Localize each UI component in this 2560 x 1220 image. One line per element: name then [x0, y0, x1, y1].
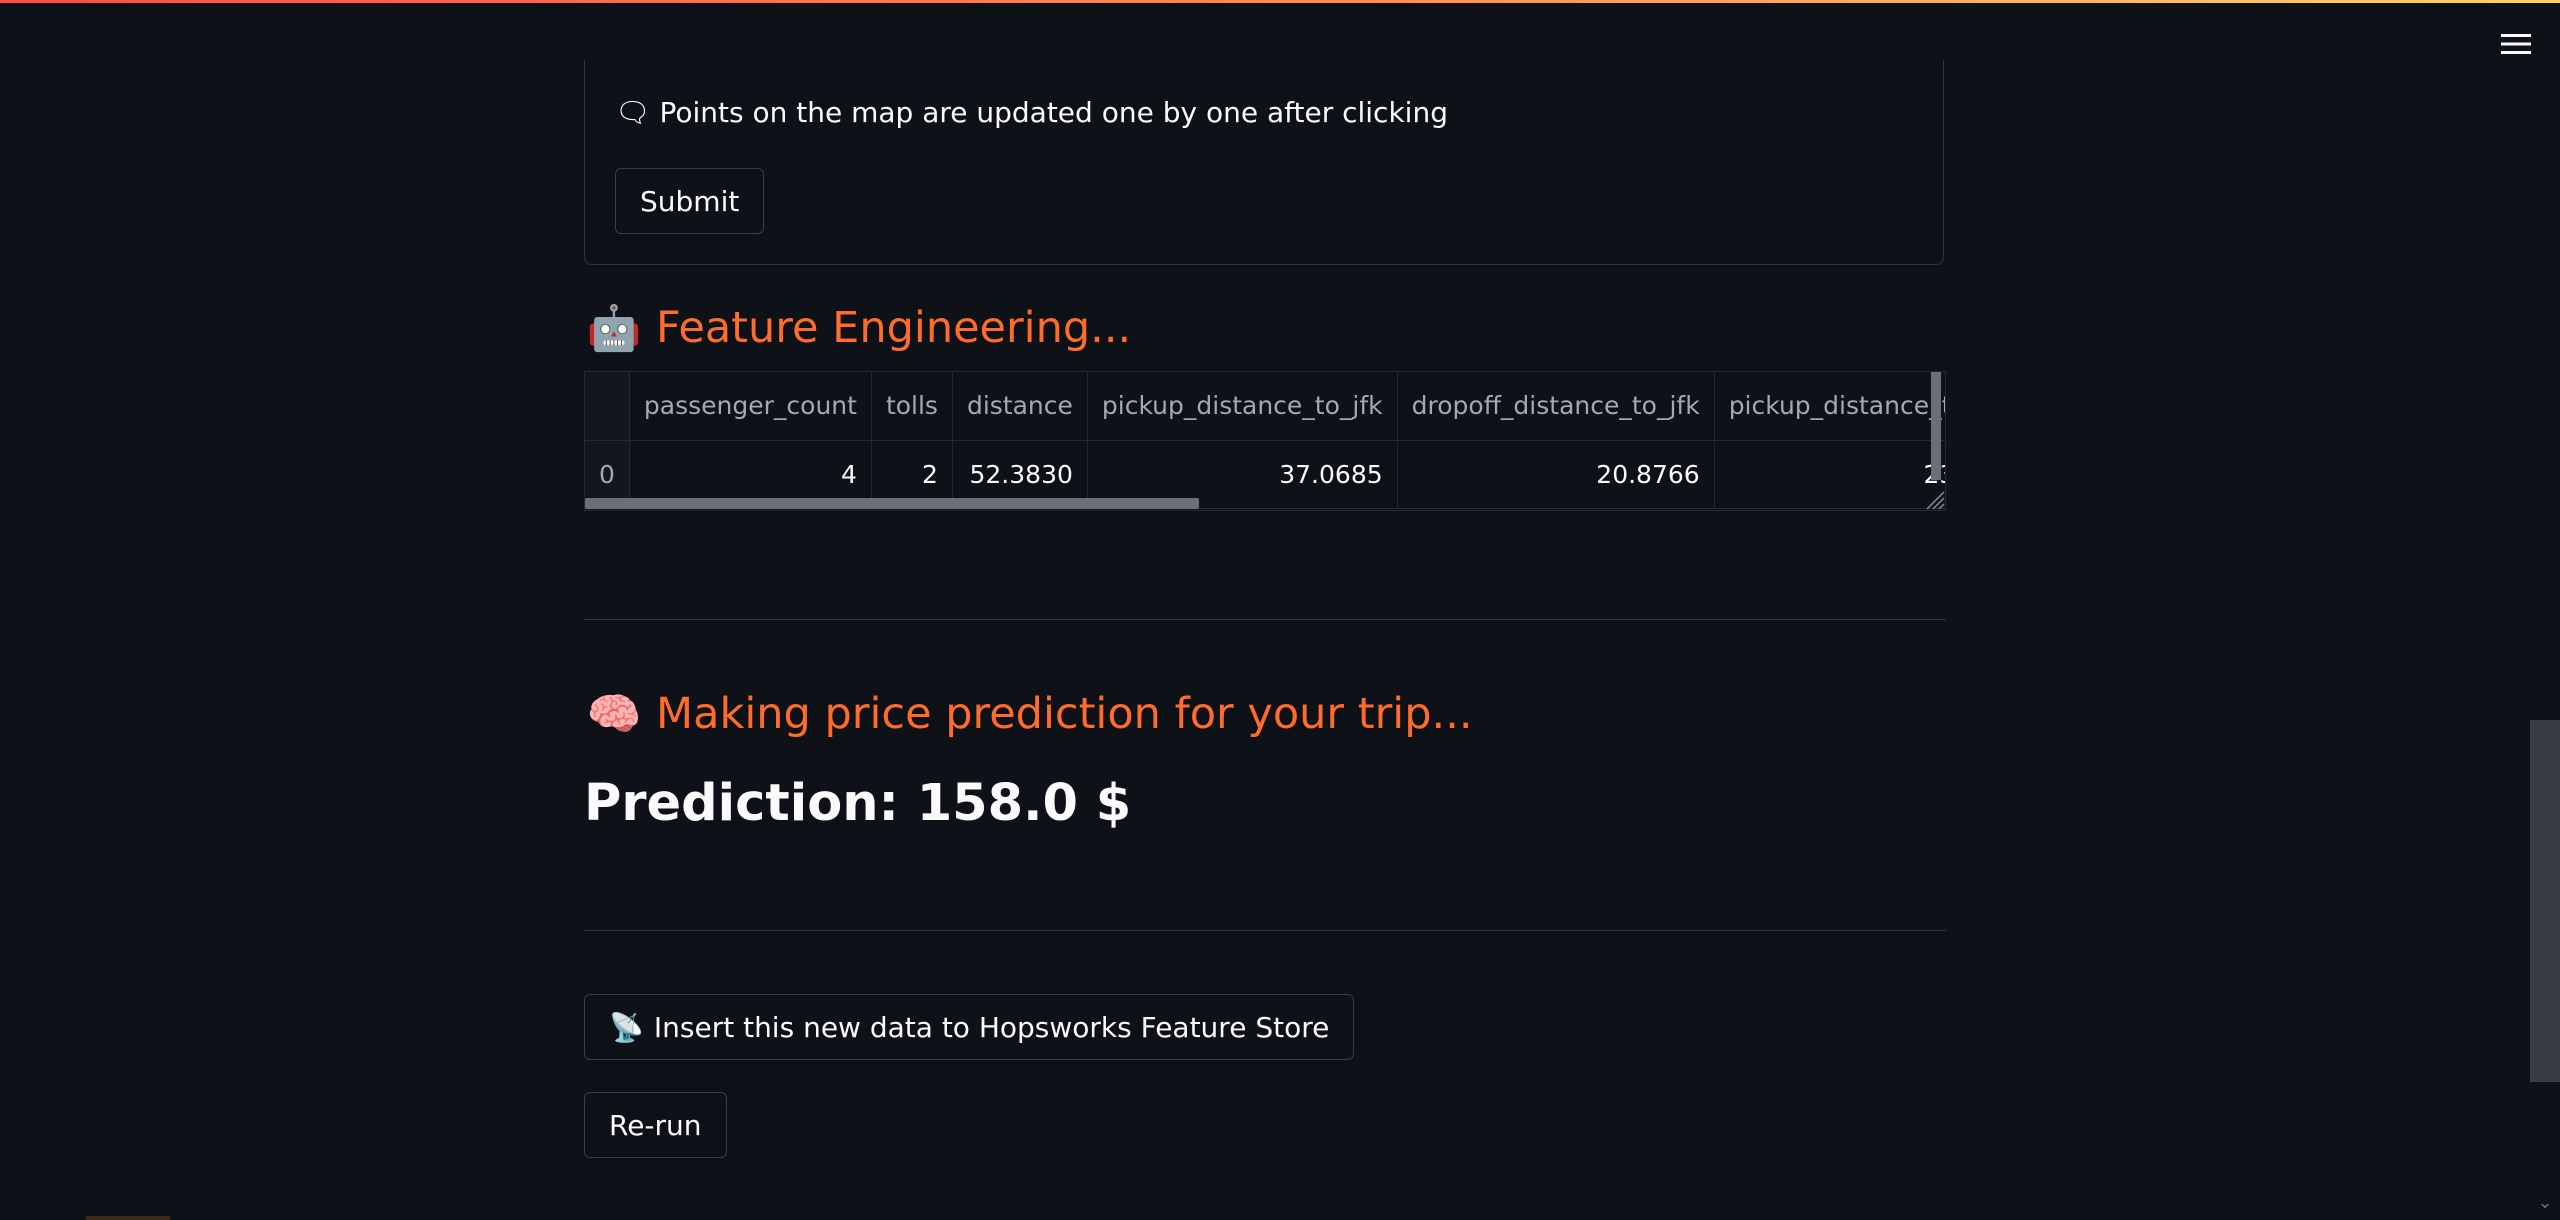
table-cell[interactable]: 20.8766 [1397, 440, 1715, 509]
page-vertical-scrollbar[interactable] [2530, 720, 2560, 1082]
main-menu-button[interactable] [2500, 28, 2532, 60]
chevron-down-icon[interactable]: ⌄ [2534, 1192, 2556, 1214]
speech-bubble-icon: 🗨 [615, 96, 651, 129]
resize-handle-icon[interactable] [1923, 488, 1945, 510]
section-divider [584, 930, 1946, 931]
map-hint-text: Points on the map are updated one by one… [659, 96, 1448, 129]
column-header-pickup-distance-to-truncated[interactable]: pickup_distance_to_ [1714, 372, 1945, 441]
table-cell[interactable]: 23.5 [1714, 440, 1945, 509]
prediction-title: Making price prediction for your trip... [656, 689, 1473, 739]
column-header-pickup-distance-to-jfk[interactable]: pickup_distance_to_jfk [1087, 372, 1398, 441]
dataframe-header-row: passenger_count tolls distance pickup_di… [585, 372, 1945, 441]
column-header-passenger-count[interactable]: passenger_count [629, 372, 872, 441]
prediction-result: Prediction: 158.0 $ [584, 774, 1132, 833]
column-header-index[interactable] [585, 372, 630, 441]
section-divider [584, 619, 1946, 620]
dataframe-horizontal-scrollbar[interactable] [585, 498, 1199, 509]
insert-button-label: Insert this new data to Hopsworks Featur… [653, 1010, 1330, 1044]
bottom-edge-tab [86, 1216, 170, 1220]
brain-icon: 🧠 [586, 689, 642, 740]
dataframe-table: passenger_count tolls distance pickup_di… [585, 372, 1945, 509]
feature-engineering-heading: 🤖 Feature Engineering... [586, 302, 1132, 354]
column-header-dropoff-distance-to-jfk[interactable]: dropoff_distance_to_jfk [1397, 372, 1715, 441]
satellite-dish-icon: 📡 [609, 1010, 644, 1044]
column-header-tolls[interactable]: tolls [871, 372, 953, 441]
insert-to-feature-store-button[interactable]: 📡 Insert this new data to Hopsworks Feat… [584, 994, 1355, 1060]
top-decoration-bar [0, 0, 2560, 3]
map-hint: 🗨 Points on the map are updated one by o… [615, 96, 1448, 129]
prediction-heading: 🧠 Making price prediction for your trip.… [586, 688, 1473, 740]
dataframe-vertical-scrollbar[interactable] [1931, 372, 1941, 480]
feature-engineering-title: Feature Engineering... [656, 303, 1132, 353]
feature-dataframe[interactable]: passenger_count tolls distance pickup_di… [584, 371, 1946, 511]
column-header-distance[interactable]: distance [952, 372, 1088, 441]
hamburger-menu-icon [2501, 34, 2531, 54]
rerun-button[interactable]: Re-run [584, 1092, 727, 1158]
submit-button[interactable]: Submit [615, 168, 765, 234]
map-form: 🗨 Points on the map are updated one by o… [584, 60, 1944, 265]
robot-icon: 🤖 [586, 303, 642, 354]
